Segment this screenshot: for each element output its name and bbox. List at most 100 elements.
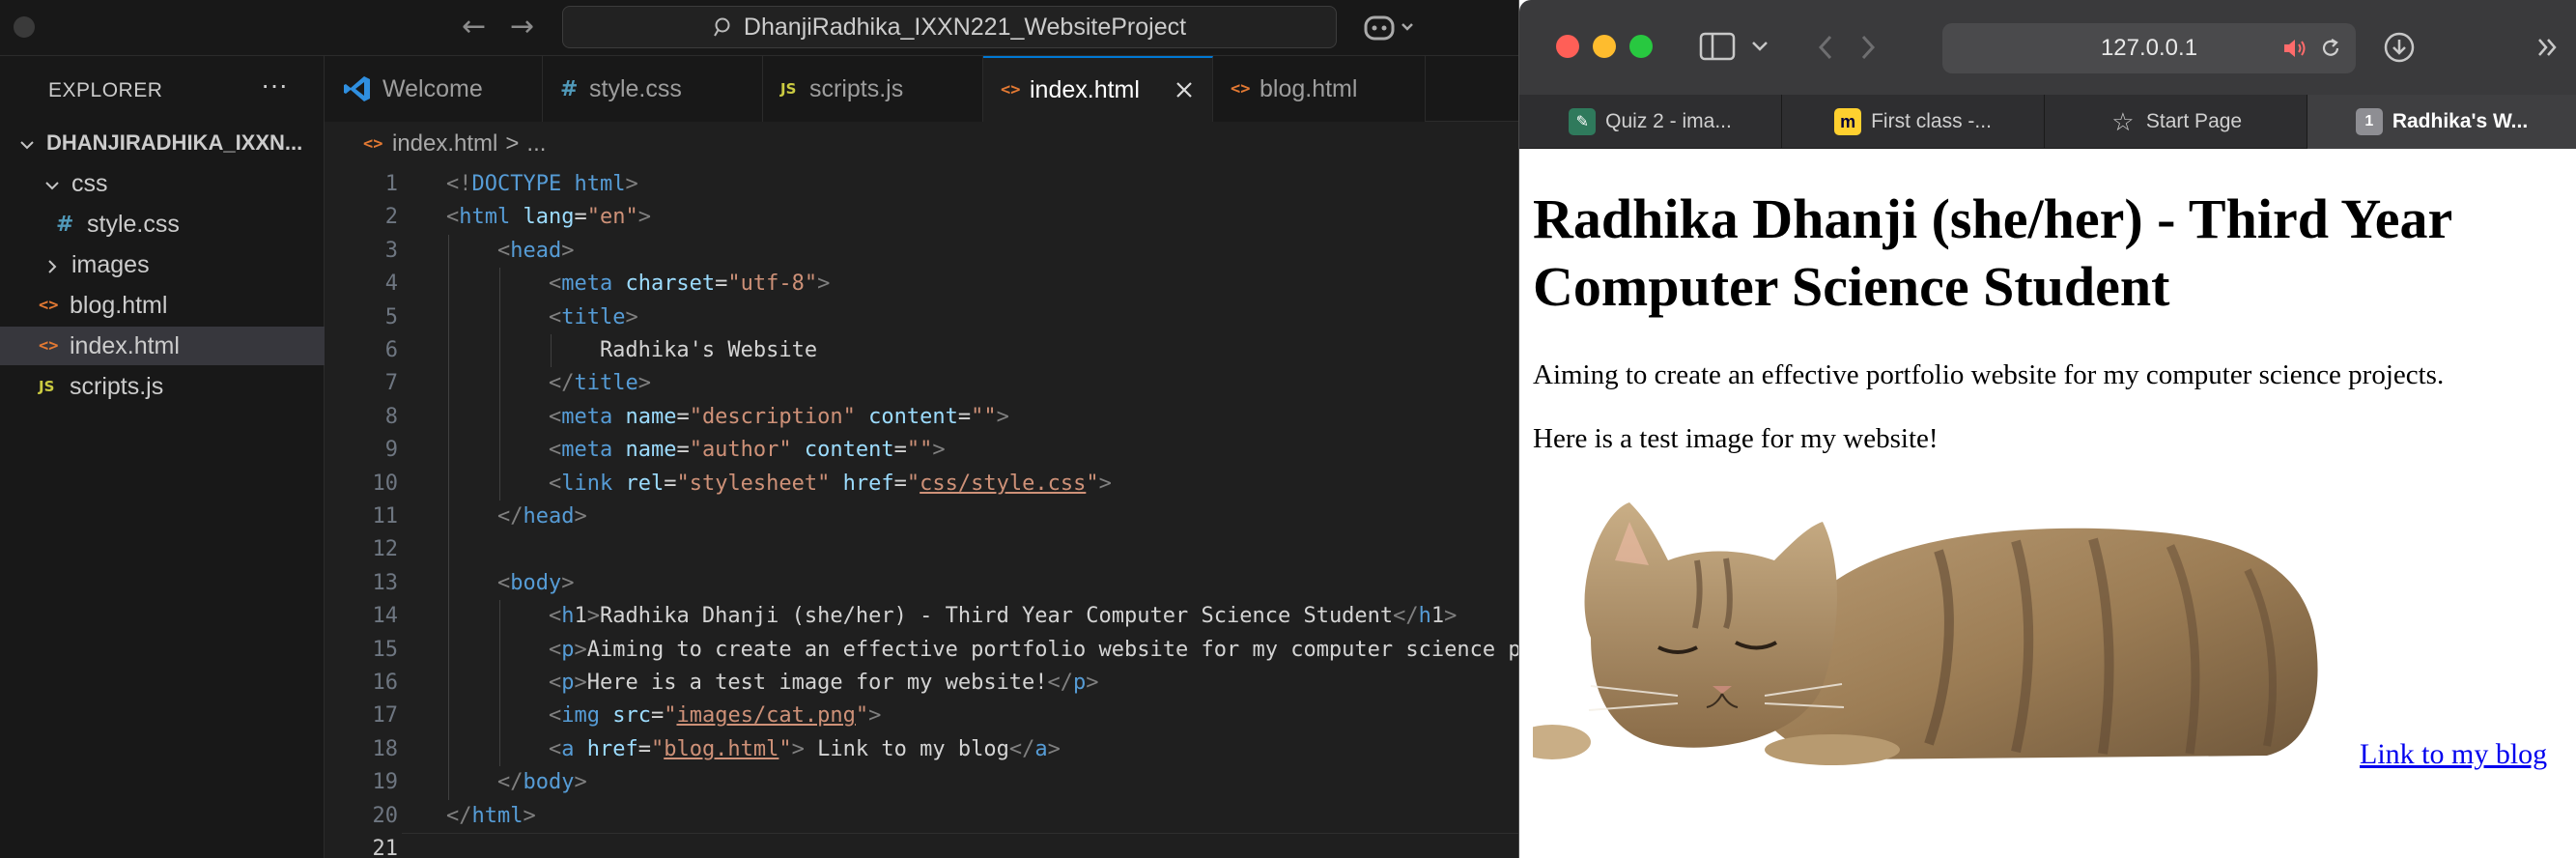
code-text: </head> bbox=[496, 504, 587, 529]
browser-tab-start-page[interactable]: ☆ Start Page bbox=[2045, 95, 2307, 149]
tree-item-label: css bbox=[71, 169, 108, 197]
command-search-box[interactable]: DhanjiRadhika_IXXN221_WebsiteProject bbox=[562, 6, 1337, 48]
line-number: 8 bbox=[384, 404, 398, 429]
star-icon: ☆ bbox=[2111, 106, 2135, 136]
address-bar[interactable]: 127.0.0.1 bbox=[1942, 23, 2356, 73]
code-line[interactable]: 8 <meta name="description" content=""> bbox=[325, 401, 1518, 434]
sidebar-toggle-icon[interactable] bbox=[1699, 31, 1736, 62]
line-number: 21 bbox=[372, 837, 399, 858]
code-line[interactable]: 14 <h1>Radhika Dhanji (she/her) - Third … bbox=[325, 600, 1518, 633]
project-folder[interactable]: DHANJIRADHIKA_IXXN... bbox=[0, 124, 325, 162]
miro-favicon-icon: m bbox=[1834, 108, 1862, 135]
code-text: <img src="images/cat.png"> bbox=[548, 703, 882, 729]
tree-file-index-html[interactable]: <> index.html bbox=[0, 327, 325, 365]
browser-tab-quiz[interactable]: ✎ Quiz 2 - ima... bbox=[1519, 95, 1782, 149]
more-tabs-chevron-icon[interactable] bbox=[2534, 33, 2562, 62]
code-line[interactable]: 17 <img src="images/cat.png"> bbox=[325, 700, 1518, 732]
chevron-down-icon[interactable] bbox=[1749, 37, 1770, 56]
code-text: <link rel="stylesheet" href="css/style.c… bbox=[548, 471, 1112, 496]
html-file-icon: <> bbox=[39, 296, 59, 315]
quiz-favicon-icon: ✎ bbox=[1569, 108, 1597, 135]
back-chevron-icon[interactable] bbox=[1815, 33, 1836, 62]
code-line[interactable]: 5 <title> bbox=[325, 301, 1518, 334]
browser-tab-radhika[interactable]: 1 Radhika's W... bbox=[2307, 95, 2576, 149]
close-window-button[interactable] bbox=[1556, 35, 1579, 58]
downloads-icon[interactable] bbox=[2383, 31, 2416, 64]
code-text: <a href="blog.html"> Link to my blog</a> bbox=[548, 736, 1061, 761]
code-line[interactable]: 16 <p>Here is a test image for my websit… bbox=[325, 667, 1518, 700]
minimize-window-button[interactable] bbox=[1593, 35, 1616, 58]
code-text: <p>Here is a test image for my website!<… bbox=[548, 671, 1099, 695]
tab-style-css[interactable]: # style.css bbox=[543, 56, 763, 122]
code-line[interactable]: 18 <a href="blog.html"> Link to my blog<… bbox=[325, 733, 1518, 766]
page-paragraph-image-note: Here is a test image for my website! bbox=[1533, 423, 1939, 454]
line-number: 19 bbox=[372, 770, 399, 795]
code-line[interactable]: 1 <!DOCTYPE html> bbox=[325, 168, 1518, 201]
code-line[interactable]: 3 <head> bbox=[325, 235, 1518, 268]
code-line[interactable]: 19 </body> bbox=[325, 766, 1518, 799]
tab-welcome[interactable]: Welcome bbox=[325, 56, 543, 122]
line-number: 6 bbox=[384, 338, 398, 362]
back-arrow-icon[interactable]: ← bbox=[462, 10, 486, 43]
blog-link[interactable]: Link to my blog bbox=[2360, 738, 2547, 771]
tree-item-label: style.css bbox=[87, 210, 180, 238]
browser-tab-label: Quiz 2 - ima... bbox=[1605, 110, 1732, 132]
indent-guide bbox=[551, 334, 552, 368]
code-line[interactable]: 15 <p>Aiming to create an effective port… bbox=[325, 634, 1519, 667]
code-text: <meta name="description" content=""> bbox=[548, 404, 1009, 429]
tab-index-html[interactable]: <> index.html bbox=[983, 56, 1213, 122]
code-line[interactable]: 10 <link rel="stylesheet" href="css/styl… bbox=[325, 468, 1518, 500]
more-actions-icon[interactable]: ··· bbox=[261, 70, 288, 100]
line-number: 13 bbox=[372, 570, 399, 595]
tree-file-blog-html[interactable]: <> blog.html bbox=[0, 286, 325, 325]
tab-label: style.css bbox=[589, 74, 682, 102]
vscode-window: ← → DhanjiRadhika_IXXN221_WebsiteProject… bbox=[0, 0, 1518, 858]
window-control-dot[interactable] bbox=[14, 16, 35, 38]
code-line[interactable]: 12 bbox=[325, 533, 1518, 566]
reload-icon[interactable] bbox=[2319, 37, 2342, 60]
tree-file-scripts-js[interactable]: JS scripts.js bbox=[0, 367, 325, 406]
tab-label: Welcome bbox=[382, 74, 483, 102]
line-number: 3 bbox=[384, 238, 398, 263]
tree-file-style-css[interactable]: # style.css bbox=[0, 205, 325, 243]
tab-scripts-js[interactable]: JS scripts.js bbox=[763, 56, 983, 122]
code-text: <!DOCTYPE html> bbox=[446, 172, 638, 196]
code-line[interactable]: 7 </title> bbox=[325, 367, 1518, 400]
line-number: 4 bbox=[384, 272, 398, 297]
tree-folder-images[interactable]: images bbox=[0, 245, 325, 284]
browser-tab-label: Start Page bbox=[2145, 110, 2243, 132]
line-number: 10 bbox=[372, 471, 399, 496]
line-number: 20 bbox=[372, 803, 399, 828]
line-number: 18 bbox=[372, 736, 399, 761]
code-line[interactable]: 13 <body> bbox=[325, 567, 1518, 600]
audio-playing-icon[interactable] bbox=[2282, 37, 2307, 60]
js-file-icon: JS bbox=[39, 378, 55, 395]
breadcrumb-file[interactable]: index.html bbox=[392, 130, 497, 157]
code-line[interactable]: 20 </html> bbox=[325, 800, 1518, 833]
browser-window: 127.0.0.1 ✎ Quiz 2 - ima... m First clas… bbox=[1518, 0, 2576, 858]
line-number: 17 bbox=[372, 703, 399, 729]
vscode-logo-icon bbox=[344, 76, 370, 101]
browser-tab-label: Radhika's W... bbox=[2392, 110, 2529, 132]
forward-arrow-icon[interactable]: → bbox=[510, 10, 534, 43]
tab-label: blog.html bbox=[1260, 74, 1358, 102]
browser-tab-first-class[interactable]: m First class -... bbox=[1782, 95, 2045, 149]
code-line[interactable]: 21 bbox=[325, 833, 1518, 858]
code-line[interactable]: 6 Radhika's Website bbox=[325, 334, 1518, 367]
tree-folder-css[interactable]: css bbox=[0, 164, 325, 203]
editor-tab-bar: Welcome # style.css JS scripts.js <> ind… bbox=[325, 56, 1518, 122]
tab-blog-html[interactable]: <> blog.html bbox=[1213, 56, 1426, 122]
close-icon[interactable] bbox=[1172, 77, 1197, 102]
code-line[interactable]: 4 <meta charset="utf-8"> bbox=[325, 268, 1518, 300]
code-line[interactable]: 11 </head> bbox=[325, 500, 1518, 533]
breadcrumb-rest[interactable]: ... bbox=[526, 130, 546, 157]
copilot-icon[interactable] bbox=[1362, 12, 1416, 44]
zoom-window-button[interactable] bbox=[1629, 35, 1653, 58]
code-text: <h1>Radhika Dhanji (she/her) - Third Yea… bbox=[548, 604, 1458, 629]
code-editor[interactable]: 1 <!DOCTYPE html> 2 <html lang="en"> 3 <head… bbox=[325, 162, 1518, 858]
code-line[interactable]: 9 <meta name="author" content=""> bbox=[325, 434, 1518, 467]
line-number: 5 bbox=[384, 304, 398, 329]
code-line[interactable]: 2 <html lang="en"> bbox=[325, 201, 1518, 234]
chevron-down-icon bbox=[42, 174, 62, 193]
forward-chevron-icon[interactable] bbox=[1857, 33, 1879, 62]
